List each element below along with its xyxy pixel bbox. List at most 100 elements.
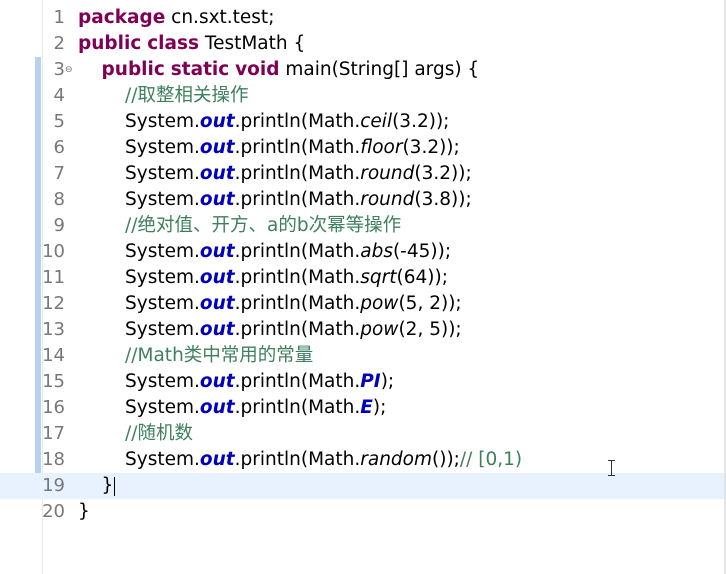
method-token: ceil xyxy=(360,111,393,132)
code-text[interactable]: System.out.println(Math.floor(3.2)); xyxy=(78,135,460,161)
code-text[interactable]: //绝对值、开方、a的b次幂等操作 xyxy=(78,213,401,239)
code-line[interactable]: 3 ⊖ public static void main(String[] args… xyxy=(0,57,726,83)
keyword-token: static xyxy=(170,59,230,80)
line-number: 13 xyxy=(42,319,65,340)
keyword-token: package xyxy=(78,7,166,28)
code-token: } xyxy=(78,501,90,522)
fold-collapse-icon[interactable]: ⊖ xyxy=(65,65,73,75)
code-line[interactable]: 11 System.out.println(Math.sqrt(64)); xyxy=(0,265,726,291)
field-token: out xyxy=(199,189,235,210)
code-token: .println(Math. xyxy=(234,319,361,340)
code-line[interactable]: 6 System.out.println(Math.floor(3.2)); xyxy=(0,135,726,161)
code-token: (3.8)); xyxy=(414,189,472,210)
code-line[interactable]: 4 //取整相关操作 xyxy=(0,83,726,109)
code-line[interactable]: 19 } xyxy=(0,473,726,499)
code-text[interactable]: System.out.println(Math.round(3.8)); xyxy=(78,187,472,213)
method-token: pow xyxy=(360,319,399,340)
code-token: System. xyxy=(78,189,200,210)
code-text[interactable]: System.out.println(Math.ceil(3.2)); xyxy=(78,109,449,135)
code-text[interactable]: } xyxy=(78,473,116,499)
code-line[interactable]: 15 System.out.println(Math.PI); xyxy=(0,369,726,395)
code-token: .println(Math. xyxy=(234,241,361,262)
code-token: (-45)); xyxy=(392,241,452,262)
code-line[interactable]: 5 System.out.println(Math.ceil(3.2)); xyxy=(0,109,726,135)
line-number: 4 xyxy=(53,85,65,106)
method-token: pow xyxy=(360,293,399,314)
code-lines[interactable]: 1 package cn.sxt.test; 2 public class TestM… xyxy=(0,5,726,525)
field-token: out xyxy=(199,111,235,132)
code-token: .println(Math. xyxy=(234,267,361,288)
code-text[interactable]: //Math类中常用的常量 xyxy=(78,343,313,369)
field-token: out xyxy=(199,449,235,470)
line-number: 2 xyxy=(53,33,65,54)
code-text[interactable]: public class TestMath { xyxy=(78,31,305,57)
code-text[interactable]: System.out.println(Math.pow(5, 2)); xyxy=(78,291,462,317)
code-text[interactable]: System.out.println(Math.pow(2, 5)); xyxy=(78,317,462,343)
code-token: System. xyxy=(78,267,200,288)
code-text[interactable]: //取整相关操作 xyxy=(78,83,248,109)
code-text[interactable]: public static void main(String[] args) { xyxy=(78,57,480,83)
keyword-token: void xyxy=(235,59,280,80)
code-token: .println(Math. xyxy=(234,449,361,470)
code-editor[interactable]: 1 package cn.sxt.test; 2 public class TestM… xyxy=(0,0,726,574)
line-number: 16 xyxy=(42,397,65,418)
code-token: .println(Math. xyxy=(234,163,361,184)
method-token: round xyxy=(360,163,415,184)
line-number: 14 xyxy=(42,345,65,366)
code-token: .println(Math. xyxy=(234,397,361,418)
field-token: out xyxy=(199,137,235,158)
code-line[interactable]: 10 System.out.println(Math.abs(-45)); xyxy=(0,239,726,265)
code-token: System. xyxy=(78,371,200,392)
code-token: (64)); xyxy=(396,267,448,288)
line-number: 3 xyxy=(53,59,65,80)
code-token: .println(Math. xyxy=(234,137,361,158)
code-token: System. xyxy=(78,241,200,262)
code-token: System. xyxy=(78,137,200,158)
code-text[interactable]: //随机数 xyxy=(78,421,193,447)
code-token: main(String[] args) { xyxy=(279,59,480,80)
code-text[interactable]: System.out.println(Math.abs(-45)); xyxy=(78,239,451,265)
method-token: sqrt xyxy=(360,267,397,288)
code-text[interactable]: System.out.println(Math.round(3.2)); xyxy=(78,161,472,187)
line-number: 18 xyxy=(42,449,65,470)
line-number: 7 xyxy=(53,163,65,184)
line-number: 10 xyxy=(42,241,65,262)
code-token: (3.2)); xyxy=(392,111,450,132)
code-token: System. xyxy=(78,163,200,184)
code-text[interactable]: System.out.println(Math.random());// [0,… xyxy=(78,447,522,473)
code-line[interactable]: 9 //绝对值、开方、a的b次幂等操作 xyxy=(0,213,726,239)
code-line[interactable]: 18 System.out.println(Math.random());// … xyxy=(0,447,726,473)
line-number: 20 xyxy=(42,501,65,522)
code-line[interactable]: 1 package cn.sxt.test; xyxy=(0,5,726,31)
code-text[interactable]: System.out.println(Math.sqrt(64)); xyxy=(78,265,448,291)
code-line[interactable]: 17 //随机数 xyxy=(0,421,726,447)
code-line[interactable]: 12 System.out.println(Math.pow(5, 2)); xyxy=(0,291,726,317)
code-line[interactable]: 13 System.out.println(Math.pow(2, 5)); xyxy=(0,317,726,343)
code-text[interactable]: package cn.sxt.test; xyxy=(78,5,274,31)
code-line[interactable]: 2 public class TestMath { xyxy=(0,31,726,57)
comment-token: //绝对值、开方、a的b次幂等操作 xyxy=(125,215,402,236)
code-token: System. xyxy=(78,293,200,314)
code-line[interactable]: 8 System.out.println(Math.round(3.8)); xyxy=(0,187,726,213)
keyword-token: class xyxy=(147,33,200,54)
code-text[interactable]: } xyxy=(78,499,90,525)
code-token: System. xyxy=(78,449,200,470)
line-number: 19 xyxy=(42,475,65,496)
code-token: .println(Math. xyxy=(234,293,361,314)
field-token: E xyxy=(360,397,373,418)
text-cursor-icon xyxy=(608,460,616,476)
line-number: 15 xyxy=(42,371,65,392)
line-number: 6 xyxy=(53,137,65,158)
code-line[interactable]: 20} xyxy=(0,499,726,525)
code-token: System. xyxy=(78,111,200,132)
code-token: System. xyxy=(78,319,200,340)
code-token: .println(Math. xyxy=(234,189,361,210)
code-token: ); xyxy=(380,371,395,392)
code-line[interactable]: 7 System.out.println(Math.round(3.2)); xyxy=(0,161,726,187)
code-token: (2, 5)); xyxy=(398,319,462,340)
code-text[interactable]: System.out.println(Math.PI); xyxy=(78,369,394,395)
code-line[interactable]: 16 System.out.println(Math.E); xyxy=(0,395,726,421)
code-line[interactable]: 14 //Math类中常用的常量 xyxy=(0,343,726,369)
code-text[interactable]: System.out.println(Math.E); xyxy=(78,395,386,421)
